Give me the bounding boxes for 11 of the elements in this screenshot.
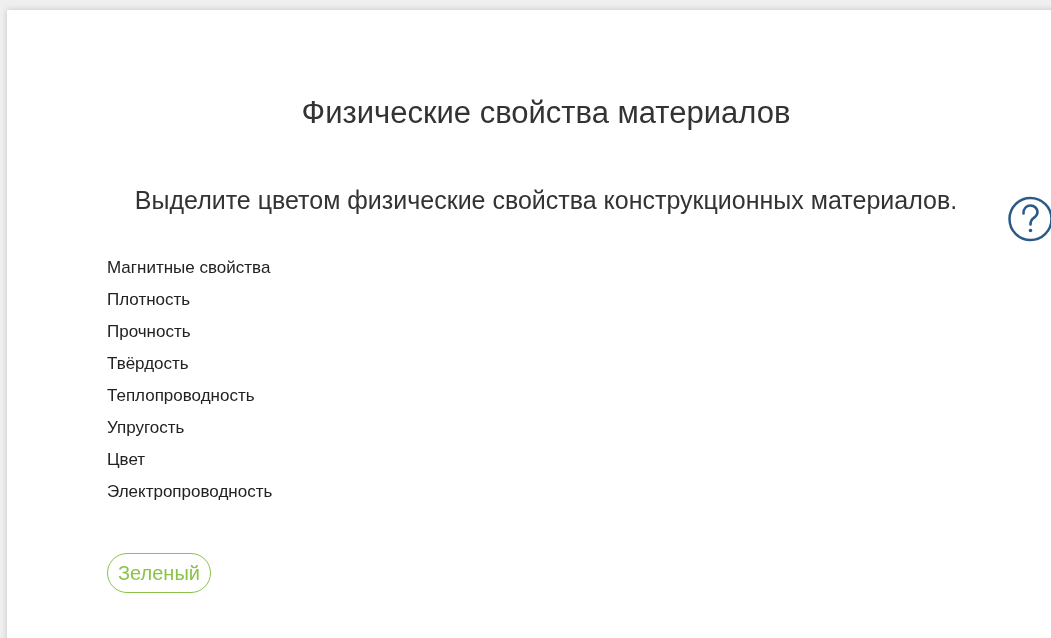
property-item[interactable]: Прочность xyxy=(107,316,191,348)
property-item[interactable]: Теплопроводность xyxy=(107,380,255,412)
help-icon[interactable] xyxy=(1008,196,1051,242)
property-item[interactable]: Электропроводность xyxy=(107,476,273,508)
property-item[interactable]: Упругость xyxy=(107,412,185,444)
page-title: Физические свойства материалов xyxy=(300,94,792,132)
instruction-text: Выделите цветом физические свойства конструкционных материалов. xyxy=(133,185,959,216)
property-item[interactable]: Твёрдость xyxy=(107,348,189,380)
property-item[interactable]: Цвет xyxy=(107,444,146,476)
property-item[interactable]: Магнитные свойства xyxy=(107,252,271,284)
property-item[interactable]: Плотность xyxy=(107,284,191,316)
